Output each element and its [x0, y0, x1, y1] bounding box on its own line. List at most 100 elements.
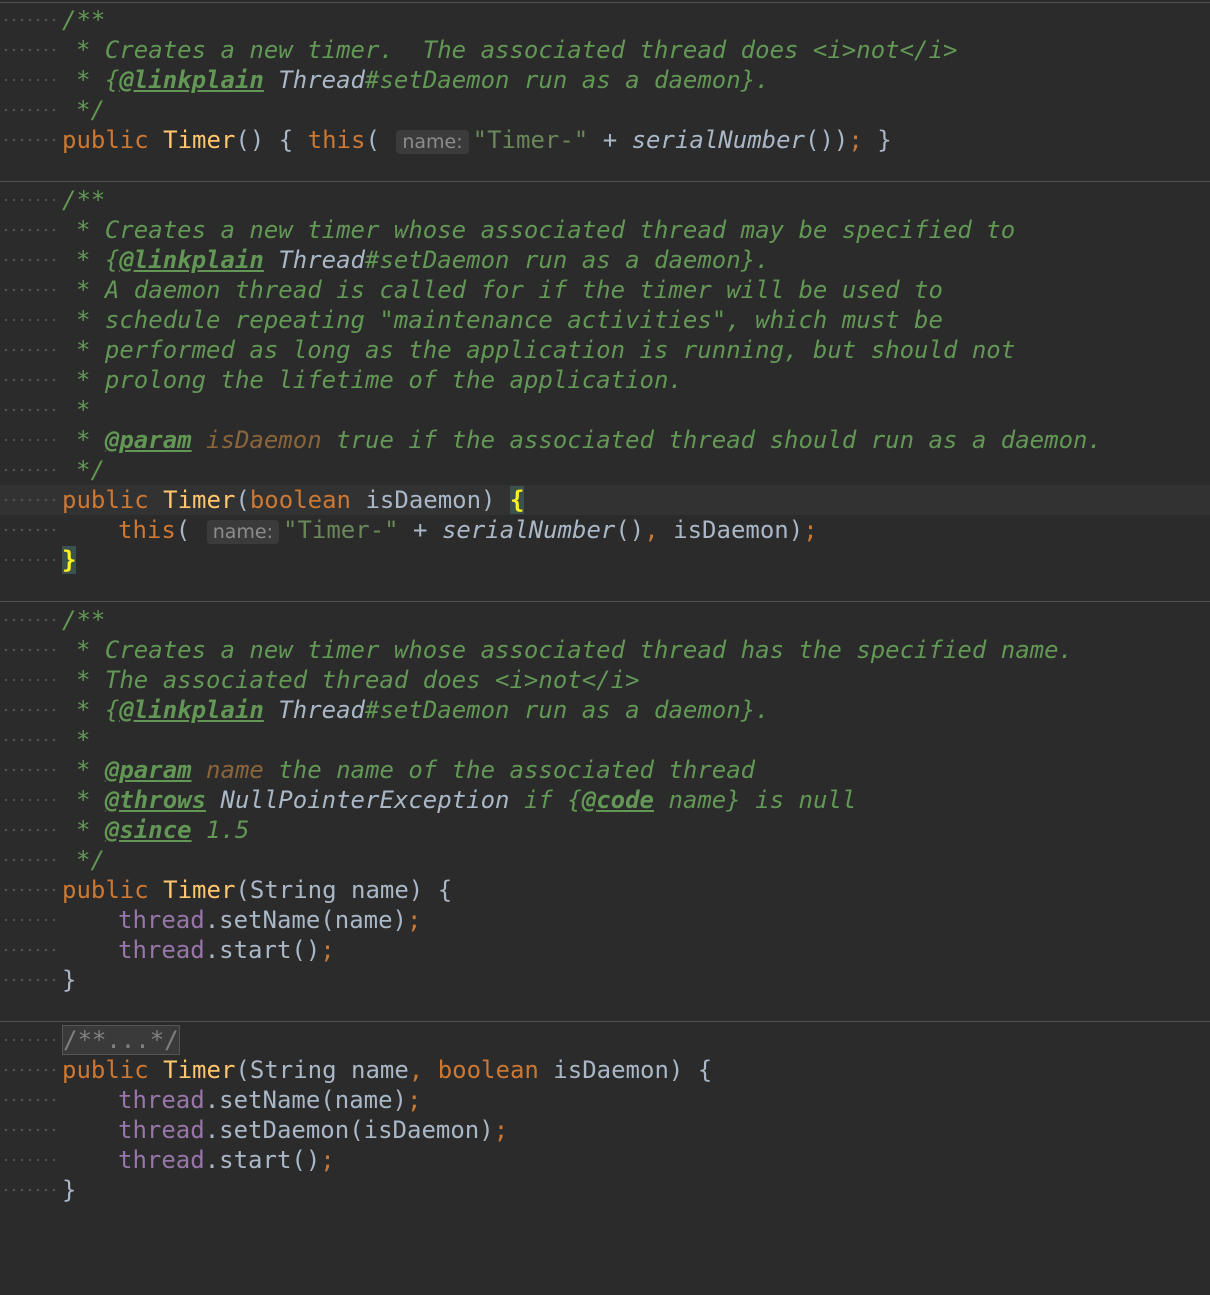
code-line[interactable]: } — [0, 545, 1210, 575]
doc-comment-text: * — [76, 786, 105, 814]
code-line[interactable]: * {@linkplain Thread#setDaemon run as a … — [0, 65, 1210, 95]
doc-comment-text: * performed as long as the application i… — [76, 336, 1016, 364]
javadoc-ref[interactable]: Thread — [264, 246, 365, 274]
javadoc-ref[interactable]: NullPointerException — [206, 786, 510, 814]
javadoc-tag-since[interactable]: @since — [105, 816, 192, 844]
parameter-list: isDaemon) { — [538, 1056, 713, 1084]
code-line-current[interactable]: public Timer(boolean isDaemon) { — [0, 485, 1210, 515]
method-call[interactable]: .setName(name) — [205, 906, 407, 934]
method-name-timer[interactable]: Timer — [163, 126, 235, 154]
string-literal: "Timer-" — [472, 126, 589, 154]
semicolon: ; — [493, 1116, 509, 1144]
indent-guide — [2, 755, 60, 785]
code-line[interactable]: * Creates a new timer whose associated t… — [0, 635, 1210, 665]
code-line[interactable]: thread.start(); — [0, 935, 1210, 965]
code-line[interactable]: } — [0, 965, 1210, 995]
javadoc-ref[interactable]: Thread — [264, 696, 365, 724]
field-thread[interactable]: thread — [118, 936, 205, 964]
indent-guide — [2, 1025, 60, 1055]
operator: + — [398, 516, 442, 544]
code-line[interactable]: * The associated thread does <i>not</i> — [0, 665, 1210, 695]
code-line[interactable]: /** — [0, 5, 1210, 35]
indent-guide — [2, 305, 60, 335]
method-call[interactable]: .setName(name) — [205, 1086, 407, 1114]
code-line[interactable]: thread.setDaemon(isDaemon); — [0, 1115, 1210, 1145]
javadoc-tag-param[interactable]: @param — [105, 756, 192, 784]
indent-guide — [2, 1175, 60, 1205]
method-call[interactable]: .start() — [205, 936, 321, 964]
keyword-public: public — [62, 486, 149, 514]
code-line[interactable]: public Timer(String name) { — [0, 875, 1210, 905]
keyword-this: this — [307, 126, 366, 154]
code-line[interactable]: } — [0, 1175, 1210, 1205]
code-line[interactable]: thread.start(); — [0, 1145, 1210, 1175]
closing-brace: } — [62, 966, 77, 994]
method-call[interactable]: serialNumber — [442, 516, 615, 544]
javadoc-tag-linkplain[interactable]: @linkplain — [119, 696, 264, 724]
method-separator — [0, 601, 1210, 602]
operator: + — [588, 126, 632, 154]
field-thread[interactable]: thread — [118, 1116, 205, 1144]
javadoc-tag-linkplain[interactable]: @linkplain — [119, 66, 264, 94]
javadoc-tag-linkplain[interactable]: @linkplain — [119, 246, 264, 274]
indent-guide — [2, 605, 60, 635]
code-line[interactable]: public Timer() { this( name: "Timer-" + s… — [0, 125, 1210, 155]
indent-guide — [2, 725, 60, 755]
field-thread[interactable]: thread — [118, 906, 205, 934]
method-name-timer[interactable]: Timer — [163, 486, 235, 514]
doc-comment-text: true if the associated thread should run… — [321, 426, 1102, 454]
indent-guide — [2, 635, 60, 665]
method-call[interactable]: .start() — [205, 1146, 321, 1174]
indent-guide — [2, 965, 60, 995]
parameter: isDaemon) — [351, 486, 510, 514]
code-line[interactable]: /**...*/ — [0, 1025, 1210, 1055]
javadoc-tag-param[interactable]: @param — [105, 426, 192, 454]
method-separator — [0, 2, 1210, 3]
method-name-timer[interactable]: Timer — [163, 1056, 235, 1084]
keyword-this: this — [118, 516, 176, 544]
code-line[interactable]: * — [0, 395, 1210, 425]
code-line[interactable]: * @throws NullPointerException if {@code… — [0, 785, 1210, 815]
code-line[interactable]: * performed as long as the application i… — [0, 335, 1210, 365]
code-editor[interactable]: /** * Creates a new timer. The associate… — [0, 0, 1210, 1224]
field-thread[interactable]: thread — [118, 1086, 205, 1114]
indent-guide — [2, 935, 60, 965]
code-line[interactable]: * Creates a new timer. The associated th… — [0, 35, 1210, 65]
code-line[interactable]: thread.setName(name); — [0, 1085, 1210, 1115]
code-line[interactable]: * Creates a new timer whose associated t… — [0, 215, 1210, 245]
code-line[interactable]: * — [0, 725, 1210, 755]
indent-guide — [2, 65, 60, 95]
doc-comment-text: * schedule repeating "maintenance activi… — [76, 306, 943, 334]
code-line[interactable]: */ — [0, 95, 1210, 125]
javadoc-tag-code[interactable]: @code — [582, 786, 654, 814]
javadoc-param-name: name — [191, 756, 264, 784]
closing-brace: } — [62, 1176, 77, 1204]
code-line[interactable]: public Timer(String name, boolean isDaem… — [0, 1055, 1210, 1085]
method-name-timer[interactable]: Timer — [163, 876, 235, 904]
code-line[interactable]: * prolong the lifetime of the applicatio… — [0, 365, 1210, 395]
javadoc-tag-throws[interactable]: @throws — [105, 786, 206, 814]
code-line[interactable]: * A daemon thread is called for if the t… — [0, 275, 1210, 305]
code-line[interactable]: * @param isDaemon true if the associated… — [0, 425, 1210, 455]
code-line[interactable]: thread.setName(name); — [0, 905, 1210, 935]
folded-doc-comment[interactable]: /**...*/ — [62, 1025, 180, 1055]
code-line[interactable]: */ — [0, 845, 1210, 875]
code-line[interactable]: /** — [0, 605, 1210, 635]
doc-comment-text: * — [76, 726, 91, 754]
code-line[interactable]: this( name: "Timer-" + serialNumber(), is… — [0, 515, 1210, 545]
code-line[interactable]: */ — [0, 455, 1210, 485]
doc-comment-text: * { — [76, 246, 120, 274]
code-line[interactable]: * {@linkplain Thread#setDaemon run as a … — [0, 245, 1210, 275]
code-line[interactable]: /** — [0, 185, 1210, 215]
field-thread[interactable]: thread — [118, 1146, 205, 1174]
indent-guide — [2, 95, 60, 125]
indent-guide — [2, 275, 60, 305]
code-line[interactable]: * @param name the name of the associated… — [0, 755, 1210, 785]
code-line[interactable]: * {@linkplain Thread#setDaemon run as a … — [0, 695, 1210, 725]
indent-guide — [2, 905, 60, 935]
code-line[interactable]: * schedule repeating "maintenance activi… — [0, 305, 1210, 335]
code-line[interactable]: * @since 1.5 — [0, 815, 1210, 845]
method-call[interactable]: .setDaemon(isDaemon) — [205, 1116, 494, 1144]
javadoc-ref[interactable]: Thread — [264, 66, 365, 94]
method-call[interactable]: serialNumber — [632, 126, 805, 154]
